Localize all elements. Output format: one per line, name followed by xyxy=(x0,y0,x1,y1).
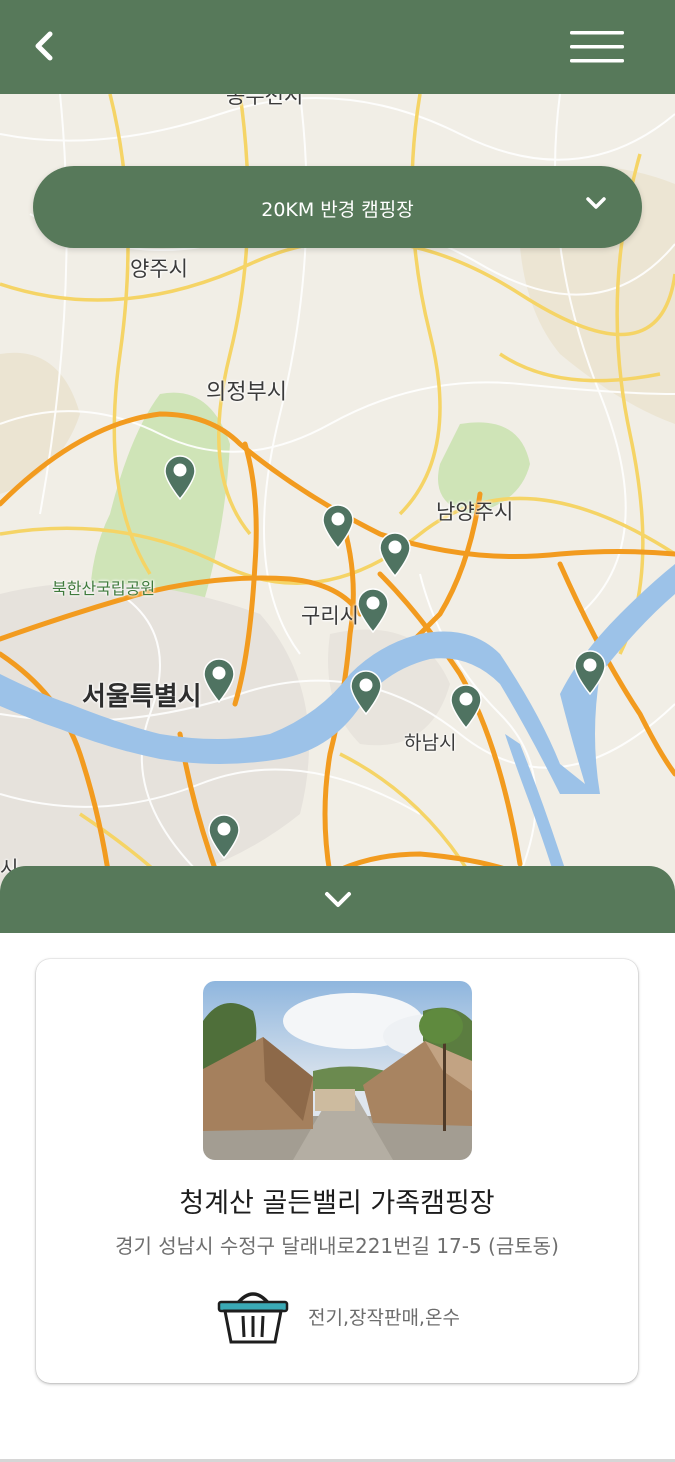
radius-select-dropdown[interactable]: 20KM 반경 캠핑장 xyxy=(33,166,642,248)
map-pin-icon[interactable] xyxy=(163,454,197,501)
radius-select-label: 20KM 반경 캠핑장 xyxy=(261,199,414,221)
back-button[interactable] xyxy=(26,24,66,68)
campsite-address: 경기 성남시 수정구 달래내로221번길 17-5 (금토동) xyxy=(115,1234,559,1258)
map-pin-icon[interactable] xyxy=(321,503,355,550)
map-label-hanam: 하남시 xyxy=(404,732,457,754)
menu-button[interactable] xyxy=(566,24,628,70)
map-pin-icon[interactable] xyxy=(349,669,383,716)
map-label-yangju: 양주시 xyxy=(130,257,188,281)
hamburger-menu-icon xyxy=(570,31,624,63)
map-label-bukhansan: 북한산국립공원 xyxy=(52,579,156,598)
campsite-name: 청계산 골든밸리 가족캠핑장 xyxy=(179,1188,495,1219)
map-label-uijeongbu: 의정부시 xyxy=(206,380,287,405)
map-label-top: 동두천시 xyxy=(226,94,304,108)
map-pin-icon[interactable] xyxy=(356,587,390,634)
campsite-card[interactable]: 청계산 골든밸리 가족캠핑장 경기 성남시 수정구 달래내로221번길 17-5… xyxy=(36,959,638,1383)
map-label-guri: 구리시 xyxy=(301,604,359,628)
chevron-left-icon xyxy=(35,31,53,61)
map-label-seoul: 서울특별시 xyxy=(82,682,202,712)
map-label-namyangju: 남양주시 xyxy=(436,500,514,524)
map-pin-icon[interactable] xyxy=(573,649,607,696)
sheet-collapse-button[interactable] xyxy=(0,866,675,933)
map-pin-icon[interactable] xyxy=(378,531,412,578)
map-pin-icon[interactable] xyxy=(202,657,236,704)
map-pin-icon[interactable] xyxy=(207,813,241,860)
basket-icon xyxy=(217,1292,289,1344)
map-pin-icon[interactable] xyxy=(449,683,483,730)
app-header xyxy=(0,0,675,94)
chevron-down-icon xyxy=(586,197,606,209)
campsite-amenities: 전기,장작판매,온수 xyxy=(308,1307,460,1329)
campsite-photo xyxy=(203,981,472,1160)
chevron-down-icon xyxy=(325,892,351,907)
